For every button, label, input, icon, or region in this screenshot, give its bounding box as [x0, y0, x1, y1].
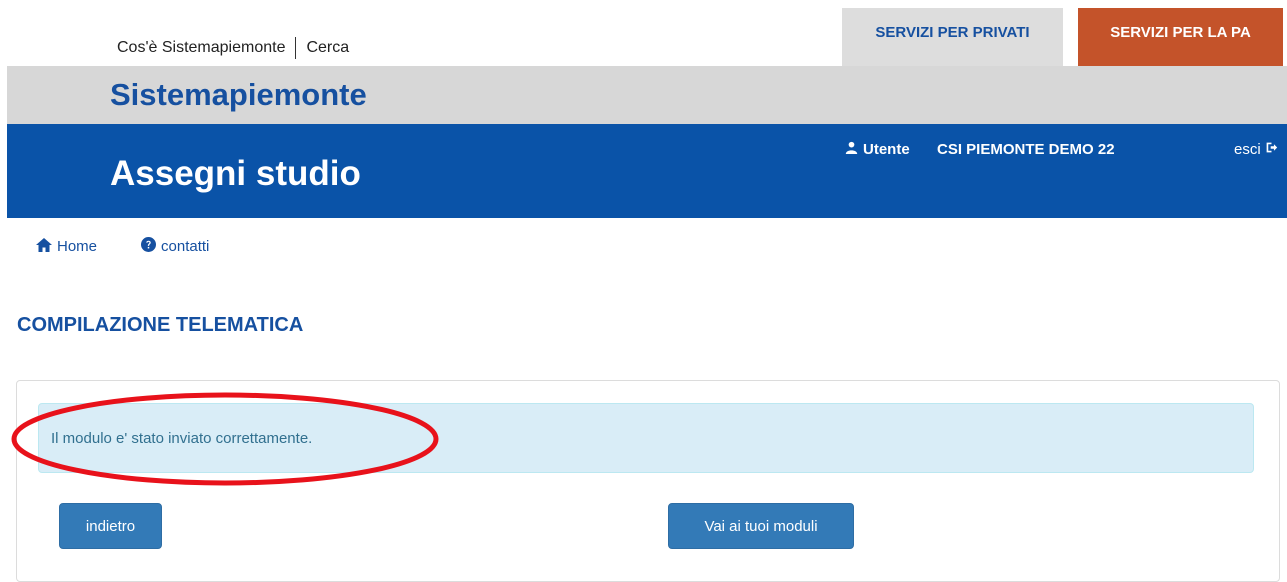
alert-message: Il modulo e' stato inviato correttamente… [51, 429, 313, 447]
brand-logo-text[interactable]: Sistemapiemonte [110, 77, 367, 113]
search-link[interactable]: Cerca [306, 39, 349, 57]
logout-label: esci [1234, 141, 1261, 158]
success-alert: Il modulo e' stato inviato correttamente… [38, 403, 1254, 473]
tab-servizi-pa[interactable]: SERVIZI PER LA PA [1078, 8, 1283, 66]
nav-home[interactable]: Home [36, 237, 98, 256]
home-icon [36, 237, 57, 256]
user-name: CSI PIEMONTE DEMO 22 [937, 141, 1115, 158]
user-icon [845, 141, 858, 158]
question-circle-icon [141, 237, 161, 256]
top-utility-bar: Cos'è Sistemapiemonte Cerca SERVIZI PER … [0, 0, 1287, 66]
top-links: Cos'è Sistemapiemonte Cerca [117, 37, 349, 59]
breadcrumb-nav: Home contatti [36, 237, 209, 256]
tab-servizi-privati[interactable]: SERVIZI PER PRIVATI [842, 8, 1063, 66]
logout-icon [1261, 141, 1278, 158]
logout-link[interactable]: esci [1234, 141, 1278, 158]
nav-home-label: Home [57, 238, 98, 255]
page-title: Assegni studio [110, 154, 361, 193]
nav-contacts[interactable]: contatti [141, 237, 209, 256]
app-header: Assegni studio Utente CSI PIEMONTE DEMO … [7, 124, 1287, 218]
user-label-text: Utente [863, 141, 910, 158]
about-link[interactable]: Cos'è Sistemapiemonte [117, 39, 285, 57]
my-modules-button[interactable]: Vai ai tuoi moduli [668, 503, 854, 549]
back-button[interactable]: indietro [59, 503, 162, 549]
link-divider [295, 37, 297, 59]
section-heading: COMPILAZIONE TELEMATICA [17, 314, 304, 336]
brand-bar: Sistemapiemonte [7, 66, 1287, 124]
nav-contacts-label: contatti [161, 238, 210, 255]
user-label: Utente [845, 141, 910, 158]
